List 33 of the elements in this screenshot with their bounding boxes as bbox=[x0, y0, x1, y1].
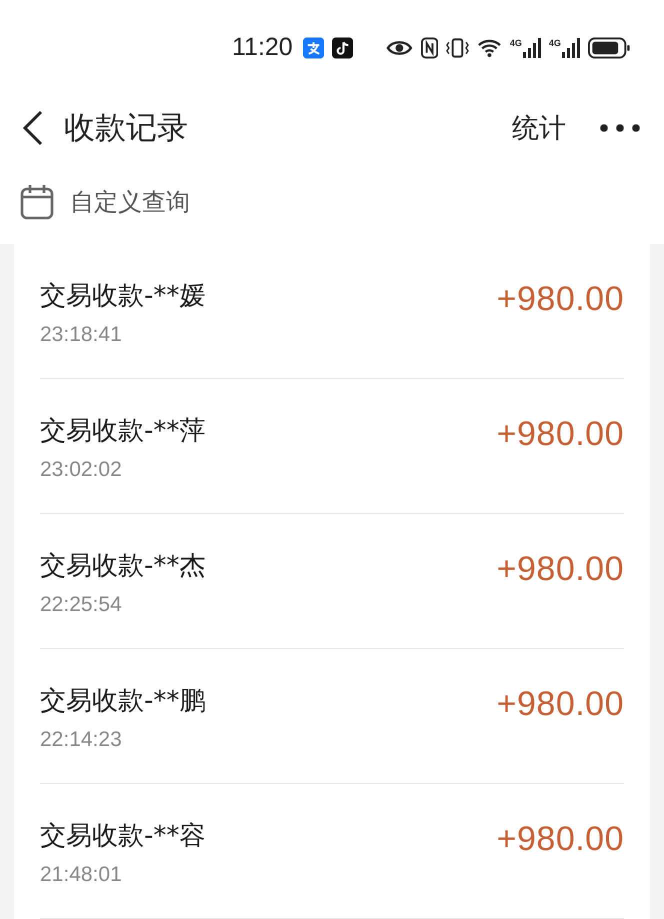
record-title[interactable]: 交易收款-**容 bbox=[40, 818, 206, 853]
calendar-icon[interactable] bbox=[20, 184, 54, 220]
statistics-button[interactable]: 统计 bbox=[512, 110, 566, 146]
record-amount: +980.00 bbox=[496, 819, 624, 860]
record-time: 21:48:01 bbox=[40, 863, 123, 887]
record-title[interactable]: 交易收款-**媛 bbox=[40, 278, 206, 313]
network-type: 4G bbox=[548, 38, 561, 48]
record-amount: +980.00 bbox=[496, 549, 624, 590]
record-amount: +980.00 bbox=[496, 684, 624, 725]
record-time: 23:02:02 bbox=[40, 458, 123, 482]
back-icon[interactable] bbox=[22, 110, 44, 146]
app-icon bbox=[302, 36, 324, 59]
record-amount: +980.00 bbox=[496, 279, 624, 320]
music-app-icon bbox=[332, 36, 353, 59]
eye-icon bbox=[386, 38, 413, 57]
more-icon[interactable] bbox=[600, 124, 640, 132]
custom-query-link[interactable]: 自定义查询 bbox=[70, 186, 190, 218]
record-time: 22:14:23 bbox=[40, 728, 123, 752]
wifi-icon bbox=[476, 38, 502, 58]
record-title[interactable]: 交易收款-**萍 bbox=[40, 413, 206, 448]
record-amount: +980.00 bbox=[496, 414, 624, 455]
signal-icon bbox=[522, 38, 541, 58]
network-type: 4G bbox=[510, 38, 522, 48]
battery-icon bbox=[588, 36, 630, 59]
record-title[interactable]: 交易收款-**杰 bbox=[40, 548, 206, 583]
record-time: 23:18:41 bbox=[40, 323, 123, 347]
signal-icon bbox=[562, 38, 580, 58]
record-title[interactable]: 交易收款-**鹏 bbox=[40, 683, 206, 718]
status-time: 11:20 bbox=[232, 33, 293, 62]
record-time: 22:25:54 bbox=[40, 593, 123, 617]
nfc-icon bbox=[420, 36, 438, 59]
page-title: 收款记录 bbox=[64, 108, 189, 148]
vibrate-icon bbox=[446, 36, 469, 59]
